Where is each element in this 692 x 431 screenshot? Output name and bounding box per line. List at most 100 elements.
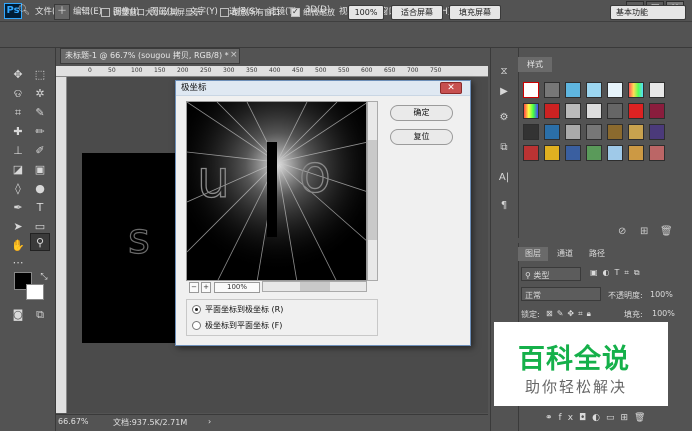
more-tools-icon[interactable]: ⋯ — [8, 254, 28, 272]
type-tool-icon[interactable]: T — [30, 199, 50, 217]
style-swatch[interactable] — [544, 124, 560, 140]
marquee-tool-icon[interactable]: ⬚ — [30, 66, 50, 84]
preview-zoom-out-button[interactable]: − — [189, 282, 199, 293]
background-color-swatch[interactable] — [26, 284, 44, 300]
style-swatch[interactable] — [628, 124, 644, 140]
character-panel-icon[interactable]: A| — [496, 170, 512, 186]
fit-screen-button[interactable]: 适合屏幕 — [391, 5, 443, 20]
blend-mode-select[interactable]: 正常 — [521, 287, 601, 301]
style-swatch[interactable] — [586, 124, 602, 140]
properties-panel-icon[interactable]: ⚙ — [496, 110, 512, 126]
tab-paths[interactable]: 路径 — [582, 247, 612, 261]
opacity-value[interactable]: 100% — [650, 290, 673, 299]
style-swatch[interactable] — [586, 82, 602, 98]
scrubby-zoom-checkbox[interactable] — [291, 7, 300, 17]
ok-button[interactable]: 确定 — [390, 105, 453, 121]
layer-footer-icons[interactable]: ⚭fx◘◐▭⊞🗑︎ — [545, 413, 651, 423]
clear-style-icon[interactable]: ⊘ — [618, 226, 626, 237]
tab-channels[interactable]: 通道 — [550, 247, 580, 261]
fill-value[interactable]: 100% — [652, 309, 675, 318]
eyedropper-icon[interactable]: ✎ — [30, 104, 50, 122]
style-swatch[interactable] — [607, 82, 623, 98]
reset-button[interactable]: 复位 — [390, 129, 453, 145]
style-swatch[interactable] — [586, 103, 602, 119]
lock-icons[interactable]: ⊠✎✥⌗🔒︎ — [546, 309, 595, 319]
rect-to-polar-label[interactable]: 平面坐标到极坐标 (R) — [205, 304, 283, 315]
preview-horizontal-thumb[interactable] — [300, 282, 330, 291]
new-style-icon[interactable]: ⊞ — [640, 226, 648, 237]
polar-to-rect-label[interactable]: 极坐标到平面坐标 (F) — [205, 320, 282, 331]
tab-layers[interactable]: 图层 — [518, 247, 548, 261]
status-zoom[interactable]: 66.67% — [58, 417, 89, 426]
blur-tool-icon[interactable]: ◊ — [8, 180, 28, 198]
zoom-100-button[interactable]: 100% — [348, 5, 384, 20]
paragraph-panel-icon[interactable]: ¶ — [496, 198, 512, 214]
style-swatch[interactable] — [523, 103, 539, 119]
history-panel-icon[interactable]: ⧖ — [496, 64, 512, 80]
polar-to-rect-radio[interactable] — [192, 321, 201, 330]
hand-tool-icon[interactable]: ✋ — [8, 237, 28, 255]
style-swatch[interactable] — [607, 145, 623, 161]
style-swatch[interactable] — [565, 145, 581, 161]
style-swatch[interactable] — [565, 103, 581, 119]
style-swatch[interactable] — [544, 103, 560, 119]
clone-stamp-icon[interactable]: ⊥ — [8, 142, 28, 160]
zoom-tool-active-icon[interactable]: ⚲ — [30, 233, 50, 251]
clone-source-icon[interactable]: ⧉ — [496, 140, 512, 156]
preview-zoom-in-button[interactable]: + — [201, 282, 211, 293]
layer-filter-select[interactable]: ⚲ 类型 — [521, 267, 581, 281]
style-swatch-none[interactable] — [523, 82, 539, 98]
quick-mask-icon[interactable]: ◙ — [8, 306, 28, 324]
preview-vertical-thumb[interactable] — [368, 140, 377, 240]
dodge-tool-icon[interactable]: ● — [30, 180, 50, 198]
close-tab-icon[interactable]: × — [230, 50, 238, 60]
crop-tool-icon[interactable]: ⌗ — [8, 104, 28, 122]
style-swatch[interactable] — [649, 124, 665, 140]
healing-brush-icon[interactable]: ✚ — [8, 123, 28, 141]
swap-colors-icon[interactable]: ⤡ — [34, 268, 54, 286]
style-swatch[interactable] — [565, 82, 581, 98]
screen-mode-icon[interactable]: ⧉ — [30, 306, 50, 324]
layer-filter-icons[interactable]: ▣◐T⌗⧉ — [590, 268, 645, 278]
lasso-tool-icon[interactable]: ଡ — [8, 85, 28, 103]
style-swatch[interactable] — [523, 124, 539, 140]
svg-text:o: o — [299, 145, 331, 205]
filter-preview[interactable]: u o — [186, 101, 367, 281]
brush-tool-icon[interactable]: ✏ — [30, 123, 50, 141]
magic-wand-icon[interactable]: ✲ — [30, 85, 50, 103]
style-swatch[interactable] — [586, 145, 602, 161]
path-select-icon[interactable]: ➤ — [8, 218, 28, 236]
rect-to-polar-radio[interactable] — [192, 305, 201, 314]
style-swatch[interactable] — [649, 82, 665, 98]
style-swatch[interactable] — [607, 103, 623, 119]
zoom-out-icon[interactable]: － — [72, 4, 88, 20]
dialog-close-icon[interactable]: ✕ — [440, 82, 462, 94]
zoom-all-checkbox[interactable] — [220, 8, 229, 17]
style-swatch[interactable] — [565, 124, 581, 140]
resize-windows-checkbox[interactable] — [101, 8, 110, 17]
pen-tool-icon[interactable]: ✒ — [8, 199, 28, 217]
fill-screen-button[interactable]: 填充屏幕 — [449, 5, 501, 20]
gradient-icon[interactable]: ▣ — [30, 161, 50, 179]
style-swatch[interactable] — [628, 145, 644, 161]
zoom-tool-icon[interactable]: 🔍︎ — [16, 4, 32, 20]
style-swatch[interactable] — [649, 145, 665, 161]
style-swatch[interactable] — [628, 82, 644, 98]
style-swatch[interactable] — [628, 103, 644, 119]
style-swatch[interactable] — [523, 145, 539, 161]
preview-zoom-value[interactable]: 100% — [214, 282, 260, 293]
delete-style-icon[interactable]: 🗑︎ — [660, 226, 673, 237]
style-swatch[interactable] — [544, 82, 560, 98]
styles-tab[interactable]: 样式 — [518, 57, 552, 72]
move-tool-icon[interactable]: ✥ — [8, 66, 28, 84]
style-swatch[interactable] — [607, 124, 623, 140]
status-arrow-icon[interactable]: › — [208, 417, 211, 426]
document-tab[interactable]: 未标题-1 @ 66.7% (sougou 拷贝, RGB/8) * — [60, 48, 240, 64]
workspace-select[interactable]: 基本功能 — [610, 5, 686, 20]
history-brush-icon[interactable]: ✐ — [30, 142, 50, 160]
actions-panel-icon[interactable]: ▶ — [496, 84, 512, 100]
zoom-in-icon[interactable]: ＋ — [54, 4, 70, 20]
style-swatch[interactable] — [544, 145, 560, 161]
eraser-icon[interactable]: ◪ — [8, 161, 28, 179]
style-swatch[interactable] — [649, 103, 665, 119]
